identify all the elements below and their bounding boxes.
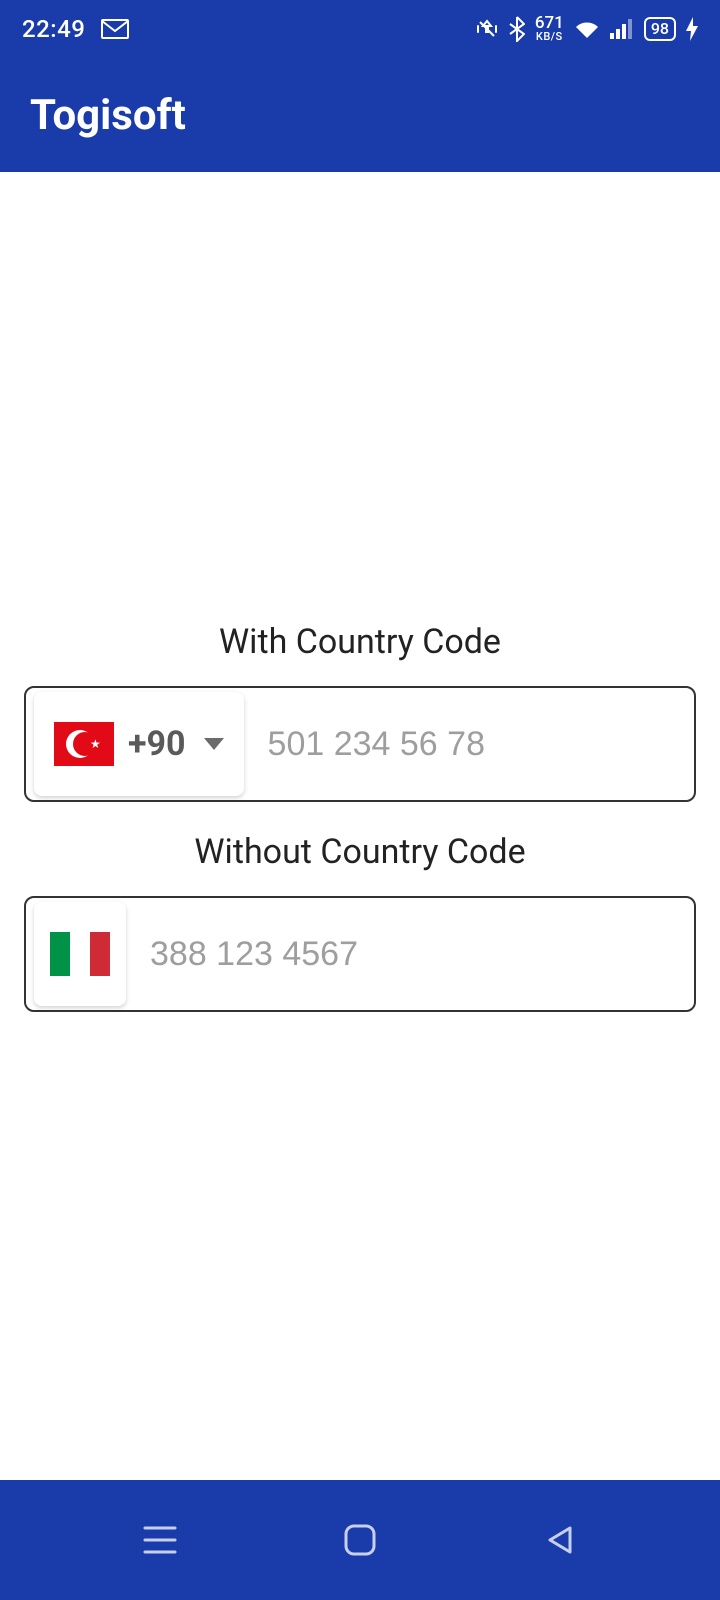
phone-field-with-code: ★ +90 [24, 686, 696, 802]
phone-input-without-code[interactable] [140, 935, 694, 974]
battery-indicator: 98 [644, 17, 676, 41]
vibrate-off-icon [475, 17, 499, 41]
nav-recent-button[interactable] [137, 1517, 183, 1563]
flag-turkey-icon: ★ [54, 722, 114, 766]
network-speed-indicator: 671 KB/S [535, 16, 564, 41]
phone-input-with-code[interactable] [258, 725, 711, 764]
nav-back-button[interactable] [537, 1517, 583, 1563]
flag-italy-icon [50, 932, 110, 976]
status-time: 22:49 [22, 15, 85, 43]
phone-field-without-code [24, 896, 696, 1012]
nav-home-button[interactable] [337, 1517, 383, 1563]
status-bar-right: 671 KB/S 98 [475, 16, 698, 42]
charging-icon [686, 17, 698, 41]
label-with-country-code: With Country Code [24, 622, 696, 662]
bluetooth-icon [509, 16, 525, 42]
label-without-country-code: Without Country Code [24, 832, 696, 872]
network-speed-unit: KB/S [536, 32, 563, 42]
status-bar: 22:49 671 KB/S [0, 0, 720, 58]
chevron-down-icon [204, 738, 224, 750]
wifi-icon [574, 18, 600, 40]
main-content: With Country Code ★ +90 Without Country … [0, 622, 720, 1012]
country-selector-no-code[interactable] [34, 902, 126, 1006]
signal-icon [610, 19, 634, 39]
app-title: Togisoft [30, 91, 186, 140]
dial-code: +90 [128, 724, 186, 764]
status-bar-left: 22:49 [22, 15, 129, 43]
app-bar: Togisoft [0, 58, 720, 172]
country-selector[interactable]: ★ +90 [34, 692, 244, 796]
gmail-icon [101, 18, 129, 40]
navigation-bar [0, 1480, 720, 1600]
